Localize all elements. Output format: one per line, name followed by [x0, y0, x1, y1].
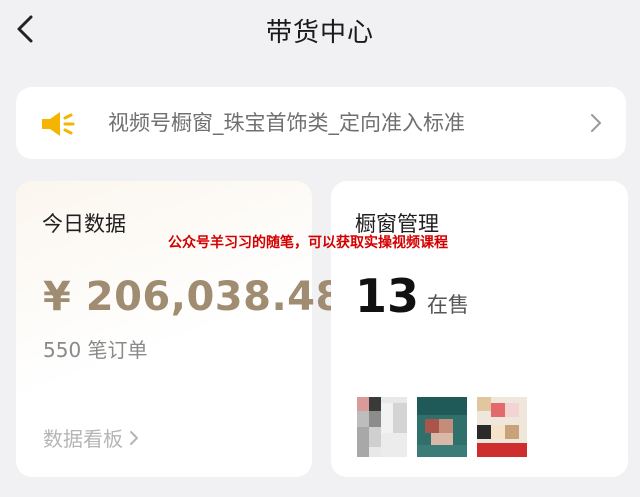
top-bar: 带货中心 [0, 0, 640, 60]
order-count: 550 笔订单 [43, 338, 148, 362]
window-management-card[interactable]: 橱窗管理 13 在售 [331, 181, 628, 477]
product-thumbnail[interactable] [417, 397, 467, 457]
product-thumbnails [357, 397, 527, 457]
banner-text: 视频号橱窗_珠宝首饰类_定向准入标准 [108, 111, 465, 135]
chevron-right-icon [591, 114, 601, 132]
watermark-text: 公众号羊习习的随笔，可以获取实操视频课程 [168, 235, 448, 251]
product-thumbnail[interactable] [357, 397, 407, 457]
product-thumbnail[interactable] [477, 397, 527, 457]
speaker-icon [42, 112, 75, 136]
notice-banner[interactable]: 视频号橱窗_珠宝首饰类_定向准入标准 [16, 87, 626, 159]
dashboard-link[interactable]: 数据看板 [43, 423, 139, 452]
on-sale-count: 13 在售 [355, 269, 469, 323]
sales-amount: ¥ 206,038.48 [43, 274, 344, 320]
today-data-card[interactable]: 今日数据 ¥ 206,038.48 550 笔订单 数据看板 [16, 181, 343, 477]
on-sale-label: 在售 [427, 293, 470, 317]
dashboard-link-label: 数据看板 [43, 427, 123, 451]
product-count: 13 [355, 269, 420, 323]
chevron-right-icon [130, 430, 138, 445]
today-data-title: 今日数据 [42, 212, 126, 236]
page-title: 带货中心 [265, 18, 374, 48]
